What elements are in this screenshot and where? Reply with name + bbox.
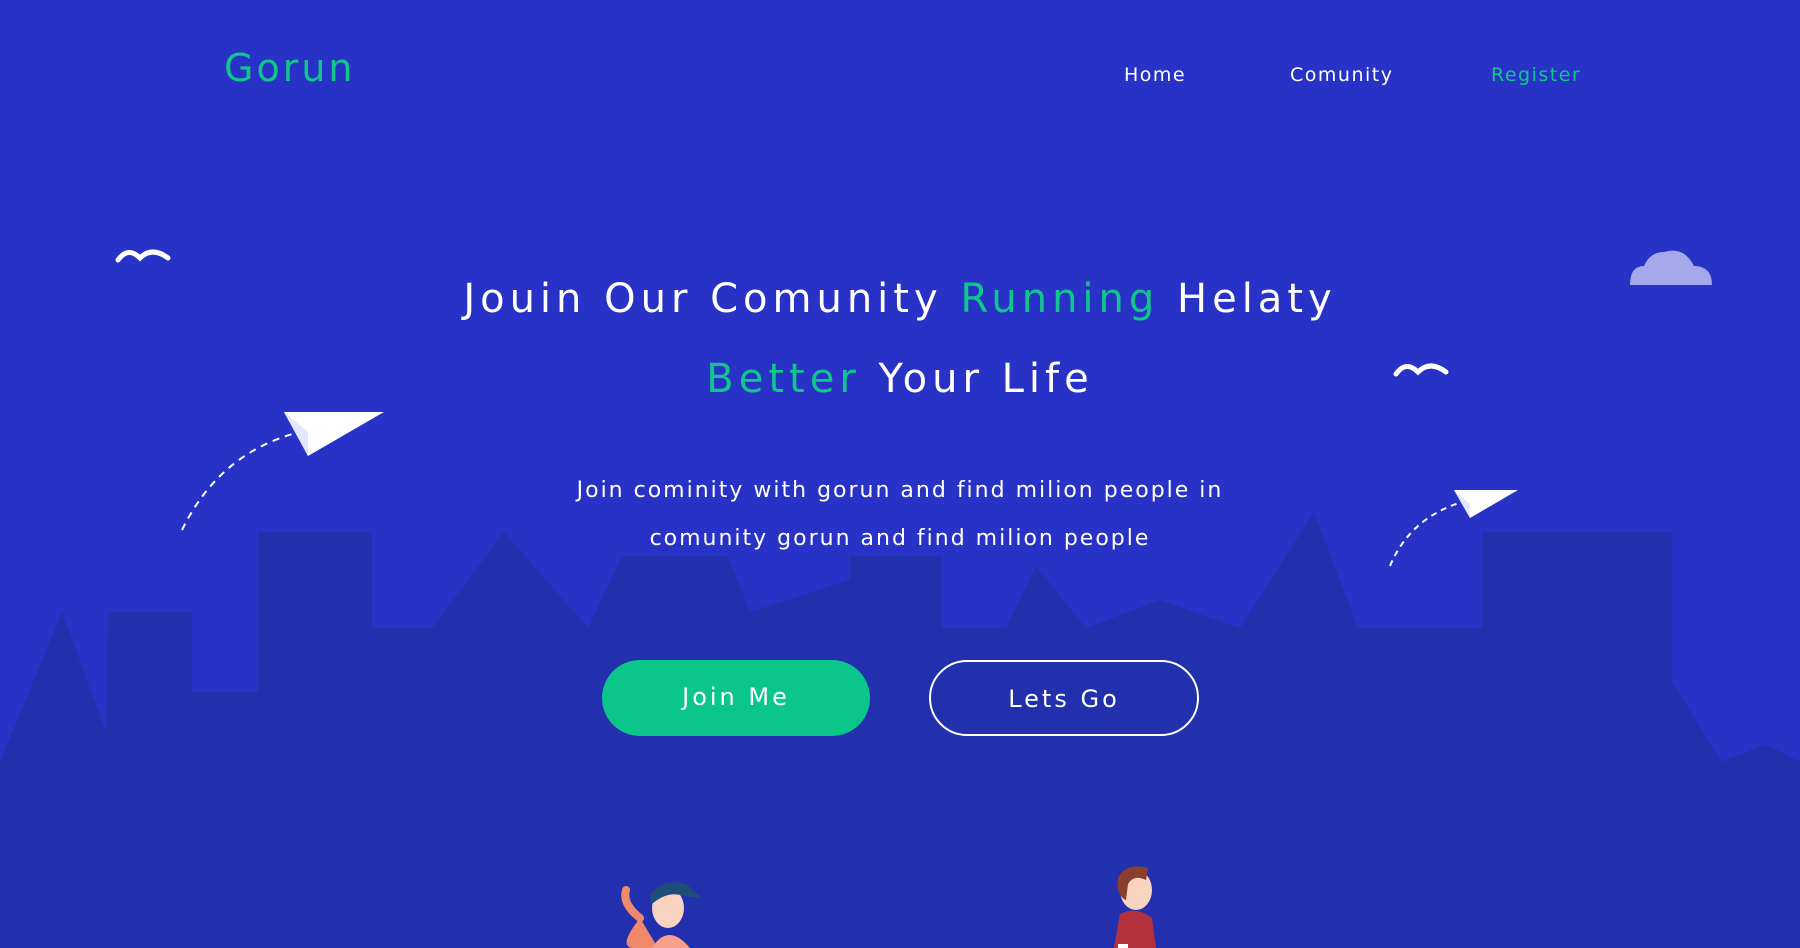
join-me-button[interactable]: Join Me xyxy=(602,660,870,736)
headline-text: Jouin Our Comunity xyxy=(463,276,943,322)
headline-highlight: Running xyxy=(960,276,1160,322)
nav-item-home[interactable]: Home xyxy=(1124,64,1186,86)
hero-subtitle-line2: comunity gorun and find milion people xyxy=(649,526,1151,551)
lets-go-button[interactable]: Lets Go xyxy=(929,660,1199,736)
hero-headline-line1: Jouin Our Comunity Running Helaty xyxy=(0,276,1800,322)
headline-text: Helaty xyxy=(1177,276,1337,322)
background-illustration xyxy=(0,249,1800,948)
nav-item-comunity[interactable]: Comunity xyxy=(1290,64,1393,86)
hero-headline-line2: Better Your Life xyxy=(0,356,1800,402)
headline-highlight: Better xyxy=(706,356,861,402)
hero-subtitle-line1: Join cominity with gorun and find milion… xyxy=(576,478,1224,503)
brand-logo[interactable]: Gorun xyxy=(224,46,356,90)
nav-item-register[interactable]: Register xyxy=(1491,64,1581,86)
city-skyline xyxy=(0,512,1800,948)
bird-icon xyxy=(115,249,171,263)
paper-plane-icon xyxy=(284,412,384,456)
headline-text: Your Life xyxy=(878,356,1094,402)
